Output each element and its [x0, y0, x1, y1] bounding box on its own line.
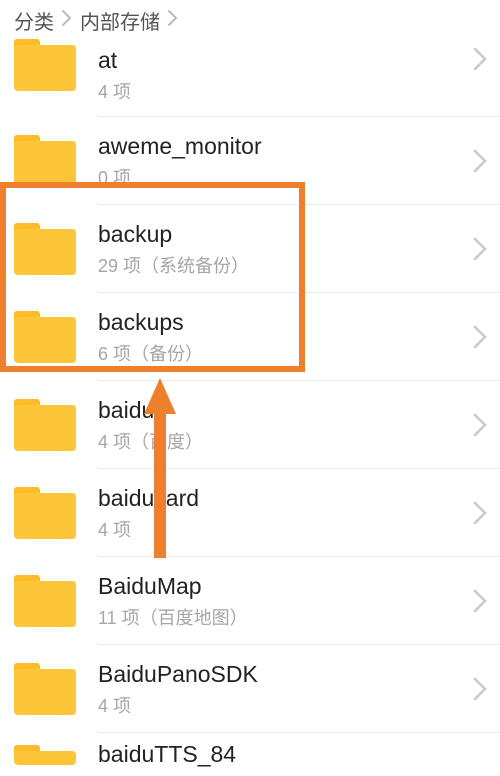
- folder-subtitle: 4 项: [98, 516, 460, 542]
- folder-subtitle: 4 项: [98, 78, 460, 104]
- folder-subtitle: 4 项（百度）: [98, 428, 460, 454]
- folder-name: BaiduMap: [98, 573, 460, 600]
- folder-name: backup: [98, 221, 460, 248]
- chevron-right-icon: [62, 9, 72, 32]
- chevron-right-icon: [460, 589, 500, 613]
- chevron-right-icon: [460, 149, 500, 173]
- chevron-right-icon: [460, 47, 500, 71]
- folder-subtitle: 0 项: [98, 164, 460, 190]
- item-info: baiducard 4 项: [98, 485, 460, 542]
- chevron-right-icon: [168, 9, 178, 32]
- folder-subtitle: 4 项: [98, 692, 460, 718]
- list-item[interactable]: backup 29 项（系统备份）: [0, 205, 500, 293]
- list-item[interactable]: baiducard 4 项: [0, 469, 500, 557]
- folder-subtitle: 11 项（百度地图）: [98, 604, 460, 630]
- item-info: baidu 4 项（百度）: [98, 397, 460, 454]
- folder-icon: [14, 135, 76, 187]
- item-info: backup 29 项（系统备份）: [98, 221, 460, 278]
- folder-icon: [14, 487, 76, 539]
- breadcrumb-root[interactable]: 分类: [14, 6, 54, 35]
- folder-name: BaiduPanoSDK: [98, 661, 460, 688]
- folder-name: baiducard: [98, 485, 460, 512]
- chevron-right-icon: [460, 413, 500, 437]
- chevron-right-icon: [460, 677, 500, 701]
- list-item[interactable]: aweme_monitor 0 项: [0, 117, 500, 205]
- folder-icon: [14, 663, 76, 715]
- folder-name: at: [98, 47, 460, 74]
- item-info: aweme_monitor 0 项: [98, 133, 460, 190]
- folder-list: at 4 项 aweme_monitor 0 项 backup 29 项（系统备…: [0, 47, 500, 776]
- list-item[interactable]: BaiduMap 11 项（百度地图）: [0, 557, 500, 645]
- chevron-right-icon: [460, 501, 500, 525]
- list-item[interactable]: at 4 项: [0, 47, 500, 117]
- chevron-right-icon: [460, 325, 500, 349]
- folder-name: aweme_monitor: [98, 133, 460, 160]
- folder-name: baidu: [98, 397, 460, 424]
- item-info: BaiduPanoSDK 4 项: [98, 661, 460, 718]
- folder-icon: [14, 223, 76, 275]
- folder-icon: [14, 575, 76, 627]
- folder-icon: [14, 39, 76, 87]
- folder-name: backups: [98, 309, 460, 336]
- folder-icon: [14, 311, 76, 363]
- folder-icon: [14, 399, 76, 451]
- folder-subtitle: 6 项（备份）: [98, 340, 460, 366]
- item-info: backups 6 项（备份）: [98, 309, 460, 366]
- item-info: BaiduMap 11 项（百度地图）: [98, 573, 460, 630]
- list-item[interactable]: backups 6 项（备份）: [0, 293, 500, 381]
- list-item[interactable]: BaiduPanoSDK 4 项: [0, 645, 500, 733]
- chevron-right-icon: [460, 237, 500, 261]
- folder-subtitle: 29 项（系统备份）: [98, 252, 460, 278]
- list-item[interactable]: baidu 4 项（百度）: [0, 381, 500, 469]
- item-info: at 4 项: [98, 47, 460, 104]
- breadcrumb-current[interactable]: 内部存储: [80, 6, 160, 35]
